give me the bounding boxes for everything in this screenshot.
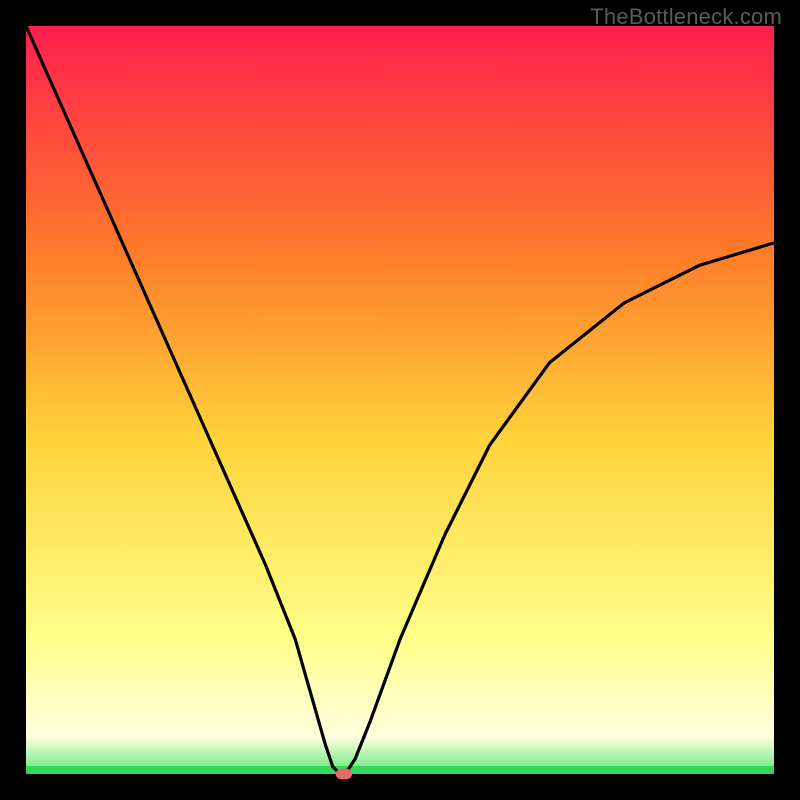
plot-background xyxy=(26,26,774,774)
result-marker xyxy=(336,769,353,780)
watermark-text: TheBottleneck.com xyxy=(590,4,782,30)
green-bottom-strip xyxy=(26,766,774,774)
chart-frame: TheBottleneck.com xyxy=(0,0,800,800)
bottleneck-chart xyxy=(0,0,800,800)
